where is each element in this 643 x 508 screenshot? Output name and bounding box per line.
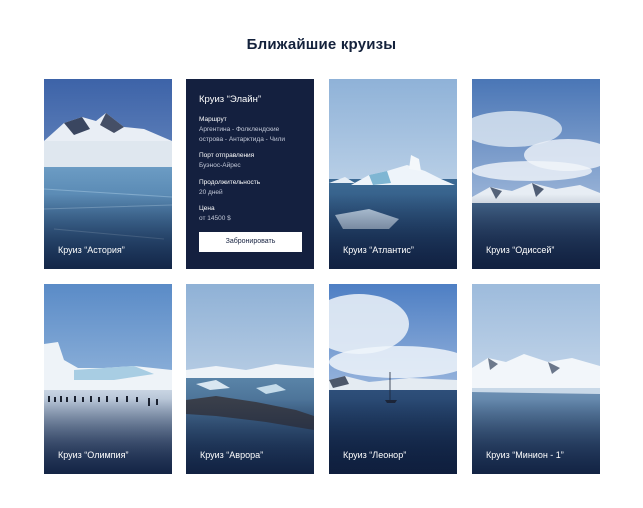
duration-label: Продолжительность [199,178,261,186]
cruise-card-odyssey[interactable]: Круиз “Одиссей” [472,79,600,269]
section-title: Ближайшие круизы [246,36,397,53]
cruise-card-olympia[interactable]: Круиз “Олимпия” [44,284,172,474]
cruise-card-atlantis[interactable]: Круиз “Атлантис” [329,79,457,269]
card-overlay [472,399,600,474]
cruise-name: Круиз “Одиссей” [486,245,555,255]
cruise-card-aurora[interactable]: Круиз “Аврора” [186,284,314,474]
card-overlay [472,194,600,269]
duration-value: 20 дней [199,188,223,196]
cruise-name: Круиз “Олимпия” [58,450,129,460]
cruise-name: Круиз “Астория” [58,245,125,255]
cruise-name: Круиз “Леонор” [343,450,407,460]
price-value: от 14500 $ [199,215,231,222]
card-overlay [44,194,172,269]
route-label: Маршрут [199,116,227,123]
route-value: Аргентина - Фолклендские острова - Антар… [199,126,285,143]
cruise-name: Круиз “Аврора” [200,450,264,460]
cruise-card-leonor[interactable]: Круиз “Леонор” [329,284,457,474]
card-overlay [329,399,457,474]
price-label: Цена [199,205,215,212]
card-overlay [329,194,457,269]
port-label: Порт отправления [199,152,255,159]
book-button[interactable]: Забронировать [199,232,302,252]
cruise-card-minion-1[interactable]: Круиз “Минион - 1” [472,284,600,474]
cruise-name: Круиз “Минион - 1” [486,450,564,460]
card-overlay [44,399,172,474]
cruise-detail-card: Круиз “Элайн” Маршрут Аргентина - Фолкле… [186,79,314,269]
port-value: Буэнос-Айрес [199,162,241,169]
detail-title: Круиз “Элайн” [199,94,261,105]
cruise-card-astoria[interactable]: Круиз “Астория” [44,79,172,269]
cruise-name: Круиз “Атлантис” [343,245,414,255]
card-overlay [186,399,314,474]
